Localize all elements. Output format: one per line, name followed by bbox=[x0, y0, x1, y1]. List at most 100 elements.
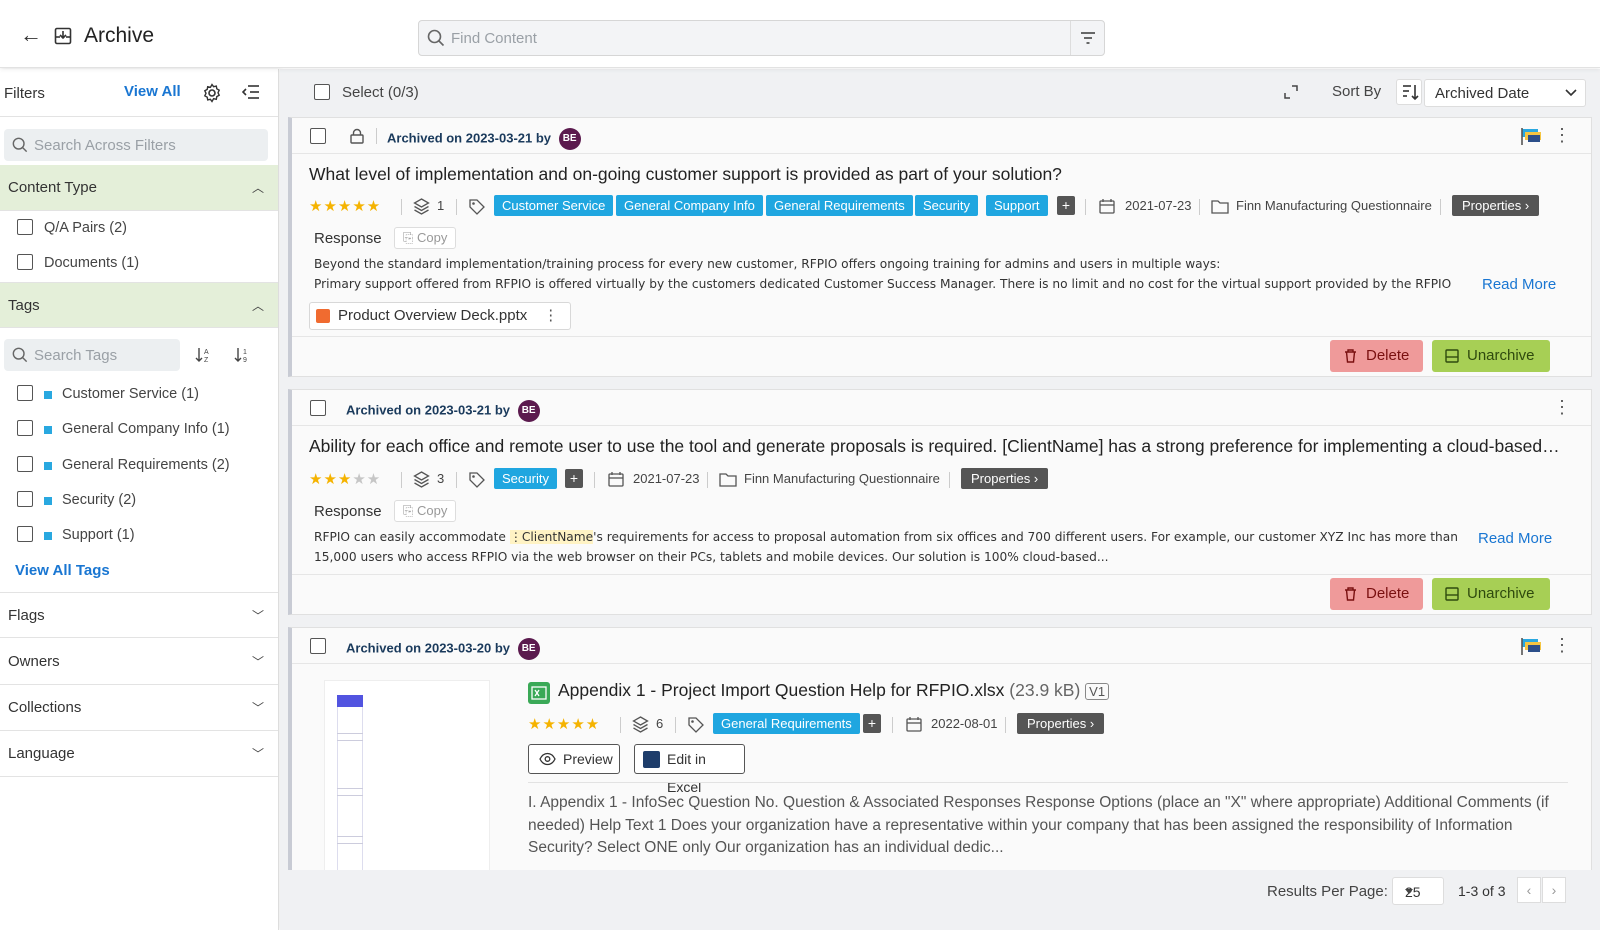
properties-button[interactable]: Properties › bbox=[1017, 713, 1105, 734]
expand-icon[interactable] bbox=[1283, 84, 1299, 100]
language-section-header[interactable]: Language ﹀ bbox=[0, 731, 278, 777]
more-options-icon[interactable]: ⋮ bbox=[1553, 126, 1571, 144]
filter-button[interactable] bbox=[1070, 21, 1104, 55]
section-title: Tags bbox=[8, 297, 40, 314]
preview-button[interactable]: Preview bbox=[528, 744, 620, 774]
flags-section-header[interactable]: Flags ﹀ bbox=[0, 592, 278, 638]
tag-color-swatch bbox=[44, 497, 52, 505]
card-actions: Delete Unarchive bbox=[292, 574, 1591, 614]
flag-icon[interactable] bbox=[1519, 126, 1543, 146]
avatar[interactable]: BE bbox=[558, 128, 581, 150]
client-name-variable: ⋮ClientName bbox=[509, 530, 594, 544]
content-type-documents[interactable]: Documents (1) bbox=[17, 254, 139, 274]
properties-button[interactable]: Properties › bbox=[1452, 195, 1540, 216]
project-name[interactable]: Finn Manufacturing Questionnaire bbox=[1236, 198, 1432, 213]
copy-button[interactable]: ⎘ Copy bbox=[394, 227, 457, 249]
view-all-tags-link[interactable]: View All Tags bbox=[15, 562, 110, 579]
response-label: Response bbox=[314, 503, 382, 520]
tag-label: Customer Service (1) bbox=[62, 386, 199, 402]
add-tag-button[interactable]: + bbox=[863, 714, 881, 733]
tag-filter-customer-service[interactable]: Customer Service (1) bbox=[17, 385, 199, 405]
delete-button[interactable]: Delete bbox=[1330, 340, 1423, 372]
select-all-checkbox[interactable] bbox=[314, 84, 330, 100]
more-options-icon[interactable]: ⋮ bbox=[1553, 398, 1571, 416]
tag-color-swatch bbox=[44, 426, 52, 434]
content-type-section-header[interactable]: Content Type ︿ bbox=[0, 165, 278, 211]
checkbox[interactable] bbox=[17, 420, 33, 437]
card-checkbox[interactable] bbox=[310, 128, 326, 144]
flag-icon[interactable] bbox=[1519, 636, 1543, 656]
more-options-icon[interactable]: ⋮ bbox=[1553, 636, 1571, 654]
checkbox[interactable] bbox=[17, 526, 33, 543]
divider bbox=[401, 199, 402, 215]
tag-label: General Company Info (1) bbox=[62, 421, 230, 437]
tag-chip[interactable]: Security bbox=[915, 195, 978, 216]
back-arrow-icon[interactable]: ← bbox=[20, 24, 42, 46]
view-all-link[interactable]: View All bbox=[124, 83, 181, 100]
attachment-name: Product Overview Deck.pptx bbox=[338, 307, 528, 324]
collections-section-header[interactable]: Collections ﹀ bbox=[0, 685, 278, 731]
tag-chip[interactable]: General Company Info bbox=[616, 195, 763, 216]
card-checkbox[interactable] bbox=[310, 638, 326, 654]
filter-search-input[interactable] bbox=[34, 135, 254, 155]
previous-page-button[interactable]: ‹ bbox=[1517, 877, 1541, 903]
sort-field-select[interactable]: Archived Date bbox=[1424, 79, 1586, 107]
tag-filter-general-requirements[interactable]: General Requirements (2) bbox=[17, 456, 230, 476]
chevron-down-icon bbox=[1565, 89, 1577, 97]
sort-numeric-icon[interactable]: 19 bbox=[234, 347, 250, 363]
trash-icon bbox=[1345, 587, 1356, 601]
more-options-icon[interactable]: ⋮ bbox=[543, 307, 558, 324]
unarchive-button[interactable]: Unarchive bbox=[1432, 340, 1550, 372]
add-tag-button[interactable]: + bbox=[1057, 196, 1075, 215]
tag-filter-general-company-info[interactable]: General Company Info (1) bbox=[17, 420, 230, 440]
content-type-qa-pairs[interactable]: Q/A Pairs (2) bbox=[17, 219, 127, 239]
tag-filter-support[interactable]: Support (1) bbox=[17, 526, 135, 546]
add-tag-button[interactable]: + bbox=[565, 469, 583, 488]
checkbox[interactable] bbox=[17, 491, 33, 508]
tag-chip[interactable]: General Requirements bbox=[713, 713, 860, 734]
read-more-link[interactable]: Read More bbox=[1482, 276, 1556, 293]
attachment-chip[interactable]: Product Overview Deck.pptx ⋮ bbox=[309, 302, 572, 330]
tag-chip[interactable]: General Requirements bbox=[766, 195, 913, 216]
next-page-button[interactable]: › bbox=[1542, 877, 1566, 903]
archived-info: Archived on 2023-03-21 by BE bbox=[387, 128, 581, 150]
filters-title: Filters bbox=[4, 85, 45, 102]
tag-chip[interactable]: Support bbox=[986, 195, 1048, 216]
unarchive-button[interactable]: Unarchive bbox=[1432, 578, 1550, 610]
question-title[interactable]: Ability for each office and remote user … bbox=[309, 436, 1579, 457]
sort-direction-button[interactable] bbox=[1396, 79, 1422, 105]
version-badge: V1 bbox=[1085, 683, 1110, 700]
stars-filled: ★★★ bbox=[309, 471, 353, 488]
folder-icon bbox=[1211, 200, 1229, 214]
gear-icon[interactable] bbox=[202, 83, 222, 103]
tag-chip[interactable]: Customer Service bbox=[494, 195, 614, 216]
project-name[interactable]: Finn Manufacturing Questionnaire bbox=[744, 471, 940, 486]
checkbox[interactable] bbox=[17, 456, 33, 473]
avatar[interactable]: BE bbox=[517, 400, 540, 422]
avatar[interactable]: BE bbox=[517, 638, 540, 660]
tags-section-header[interactable]: Tags ︿ bbox=[0, 282, 278, 328]
edit-in-excel-button[interactable]: Edit in Excel bbox=[634, 744, 745, 795]
search-input[interactable] bbox=[451, 27, 1051, 49]
checkbox[interactable] bbox=[17, 219, 33, 236]
results-per-page-select[interactable]: 25 bbox=[1392, 877, 1444, 905]
search-icon bbox=[427, 29, 445, 47]
divider bbox=[528, 782, 1568, 783]
delete-button[interactable]: Delete bbox=[1330, 578, 1423, 610]
properties-button[interactable]: Properties › bbox=[961, 468, 1049, 489]
card-checkbox[interactable] bbox=[310, 400, 326, 416]
collapse-panel-icon[interactable] bbox=[242, 84, 260, 100]
tag-chip[interactable]: Security bbox=[494, 468, 557, 489]
copy-button[interactable]: ⎘ Copy bbox=[394, 500, 457, 522]
owners-section-header[interactable]: Owners ﹀ bbox=[0, 639, 278, 685]
sort-alpha-icon[interactable]: AZ bbox=[195, 347, 211, 363]
document-thumbnail[interactable] bbox=[324, 680, 490, 885]
calendar-icon bbox=[608, 472, 624, 487]
checkbox[interactable] bbox=[17, 254, 33, 271]
question-title[interactable]: What level of implementation and on-goin… bbox=[309, 164, 1579, 185]
checkbox[interactable] bbox=[17, 385, 33, 402]
document-title[interactable]: Appendix 1 - Project Import Question Hel… bbox=[558, 680, 1110, 701]
tag-filter-security[interactable]: Security (2) bbox=[17, 491, 136, 511]
read-more-link[interactable]: Read More bbox=[1478, 530, 1552, 547]
tag-search-input[interactable] bbox=[34, 345, 174, 365]
